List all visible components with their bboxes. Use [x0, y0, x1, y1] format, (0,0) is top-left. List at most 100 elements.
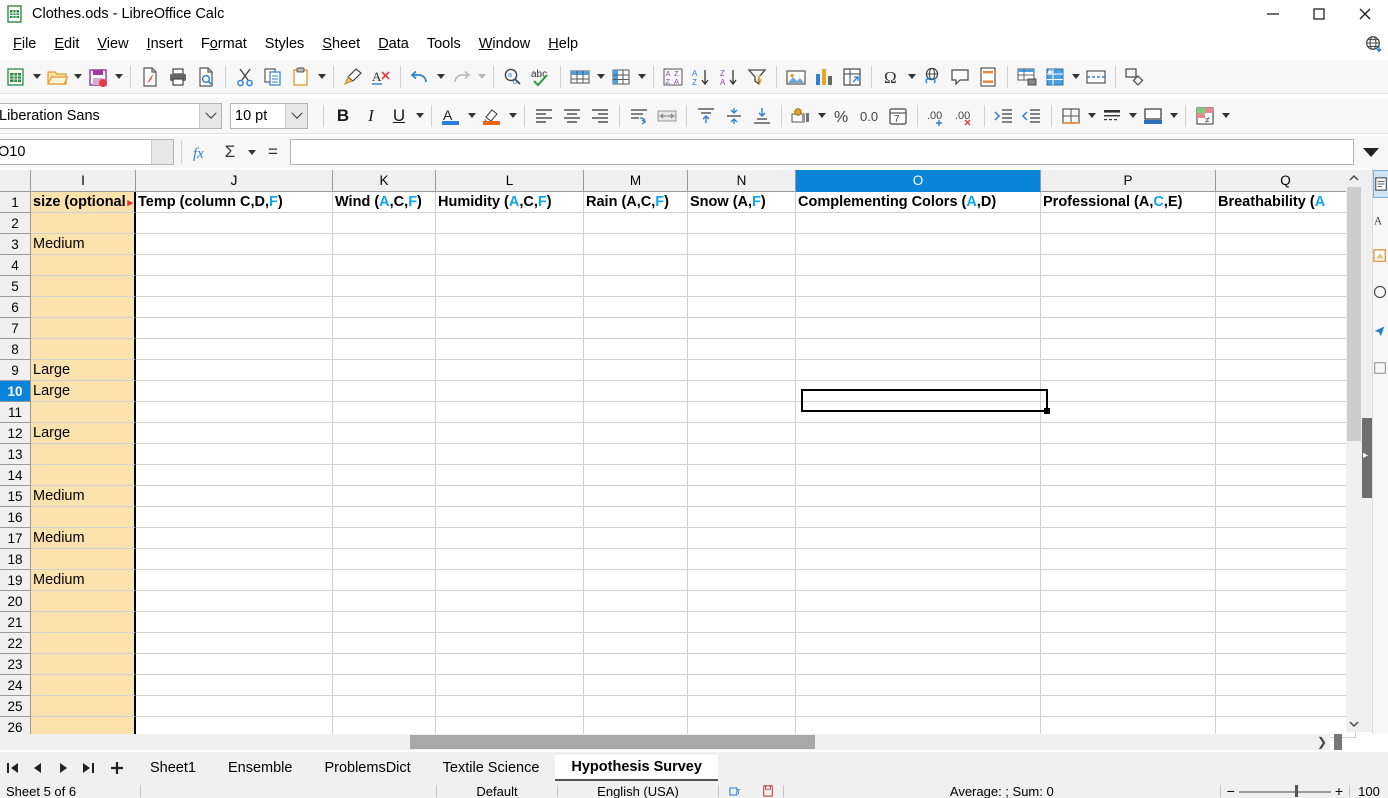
cell-K5[interactable] [333, 276, 436, 297]
cell-O8[interactable] [796, 339, 1041, 360]
font-name-combo[interactable]: Liberation Sans [0, 102, 222, 129]
cell-K8[interactable] [333, 339, 436, 360]
sheet-tab-ensemble[interactable]: Ensemble [212, 755, 308, 781]
sidebar-settings-icon[interactable] [1373, 170, 1388, 198]
properties-icon[interactable]: A [1373, 206, 1388, 234]
comment-button[interactable] [946, 63, 974, 91]
highlight-color-button[interactable] [478, 102, 506, 130]
format-date-button[interactable]: 7 [884, 102, 912, 130]
cell-M12[interactable] [584, 423, 688, 444]
cut-button[interactable] [231, 63, 259, 91]
cell-K24[interactable] [333, 675, 436, 696]
cell-Q17[interactable] [1216, 528, 1356, 549]
cell-K25[interactable] [333, 696, 436, 717]
clone-formatting-button[interactable] [339, 63, 367, 91]
cell-M15[interactable] [584, 486, 688, 507]
cell-N9[interactable] [688, 360, 796, 381]
cell-J4[interactable] [136, 255, 333, 276]
cell-P3[interactable] [1041, 234, 1216, 255]
row-header-25[interactable]: 25 [0, 696, 31, 717]
cell-K9[interactable] [333, 360, 436, 381]
cell-J14[interactable] [136, 465, 333, 486]
cell-J18[interactable] [136, 549, 333, 570]
headers-footers-button[interactable] [974, 63, 1002, 91]
cell-Q13[interactable] [1216, 444, 1356, 465]
cell-K22[interactable] [333, 633, 436, 654]
cell-J20[interactable] [136, 591, 333, 612]
sheet-tab-textile-science[interactable]: Textile Science [427, 755, 556, 781]
cell-I25[interactable] [31, 696, 136, 717]
underline-dropdown[interactable] [413, 102, 426, 130]
insert-column-button[interactable] [607, 63, 635, 91]
cell-N24[interactable] [688, 675, 796, 696]
cell-I5[interactable] [31, 276, 136, 297]
borders-button[interactable] [1057, 102, 1085, 130]
cell-P18[interactable] [1041, 549, 1216, 570]
cell-I12[interactable]: Large [31, 423, 136, 444]
cell-P21[interactable] [1041, 612, 1216, 633]
cell-P16[interactable] [1041, 507, 1216, 528]
add-sheet-button[interactable] [100, 753, 134, 783]
cell-K7[interactable] [333, 318, 436, 339]
row-header-20[interactable]: 20 [0, 591, 31, 612]
border-style-button[interactable] [1098, 102, 1126, 130]
cell-Q12[interactable] [1216, 423, 1356, 444]
cell-N14[interactable] [688, 465, 796, 486]
save-button[interactable] [84, 63, 112, 91]
styles-icon[interactable] [1373, 242, 1388, 270]
cell-L18[interactable] [436, 549, 584, 570]
font-color-button[interactable]: A [437, 102, 465, 130]
cell-N23[interactable] [688, 654, 796, 675]
cell-M21[interactable] [584, 612, 688, 633]
cell-N2[interactable] [688, 213, 796, 234]
cell-M23[interactable] [584, 654, 688, 675]
cell-L11[interactable] [436, 402, 584, 423]
menu-insert[interactable]: Insert [138, 34, 192, 54]
cell-J5[interactable] [136, 276, 333, 297]
freeze-dropdown[interactable] [1069, 63, 1082, 91]
cell-K13[interactable] [333, 444, 436, 465]
cell-O23[interactable] [796, 654, 1041, 675]
row-header-15[interactable]: 15 [0, 486, 31, 507]
conditional-formatting-button[interactable]: ≠ [1191, 102, 1219, 130]
cell-J15[interactable] [136, 486, 333, 507]
horizontal-scrollbar[interactable]: ❯ [0, 734, 1330, 750]
menu-format[interactable]: Format [192, 34, 256, 54]
insert-chart-button[interactable] [810, 63, 838, 91]
paste-button[interactable] [287, 63, 315, 91]
save-dropdown[interactable] [112, 63, 125, 91]
cell-K21[interactable] [333, 612, 436, 633]
cell-J8[interactable] [136, 339, 333, 360]
cell-I1[interactable]: size (optional ▸ [31, 192, 136, 213]
cell-K4[interactable] [333, 255, 436, 276]
cell-J25[interactable] [136, 696, 333, 717]
align-center-button[interactable] [558, 102, 586, 130]
redo-button[interactable] [447, 63, 475, 91]
cell-N7[interactable] [688, 318, 796, 339]
cell-M16[interactable] [584, 507, 688, 528]
cell-O22[interactable] [796, 633, 1041, 654]
scroll-right-button[interactable]: ❯ [1314, 734, 1330, 750]
column-header-J[interactable]: J [136, 170, 333, 192]
previous-sheet-button[interactable] [25, 753, 50, 783]
cell-P20[interactable] [1041, 591, 1216, 612]
zoom-in-button[interactable]: + [1335, 783, 1343, 798]
format-percent-button[interactable]: % [828, 102, 856, 130]
row-header-21[interactable]: 21 [0, 612, 31, 633]
vertical-scrollbar[interactable] [1346, 170, 1362, 732]
cell-M11[interactable] [584, 402, 688, 423]
cell-J11[interactable] [136, 402, 333, 423]
cell-O7[interactable] [796, 318, 1041, 339]
cell-I2[interactable] [31, 213, 136, 234]
cell-K1[interactable]: Wind (A ,C, F) [333, 192, 436, 213]
cell-I16[interactable] [31, 507, 136, 528]
close-button[interactable] [1342, 0, 1388, 28]
menu-data[interactable]: Data [369, 34, 418, 54]
menu-tools[interactable]: Tools [418, 34, 470, 54]
cell-O20[interactable] [796, 591, 1041, 612]
paste-dropdown[interactable] [315, 63, 328, 91]
language[interactable]: English (USA) [558, 784, 718, 798]
cell-M14[interactable] [584, 465, 688, 486]
cell-N18[interactable] [688, 549, 796, 570]
align-bottom-button[interactable] [748, 102, 776, 130]
